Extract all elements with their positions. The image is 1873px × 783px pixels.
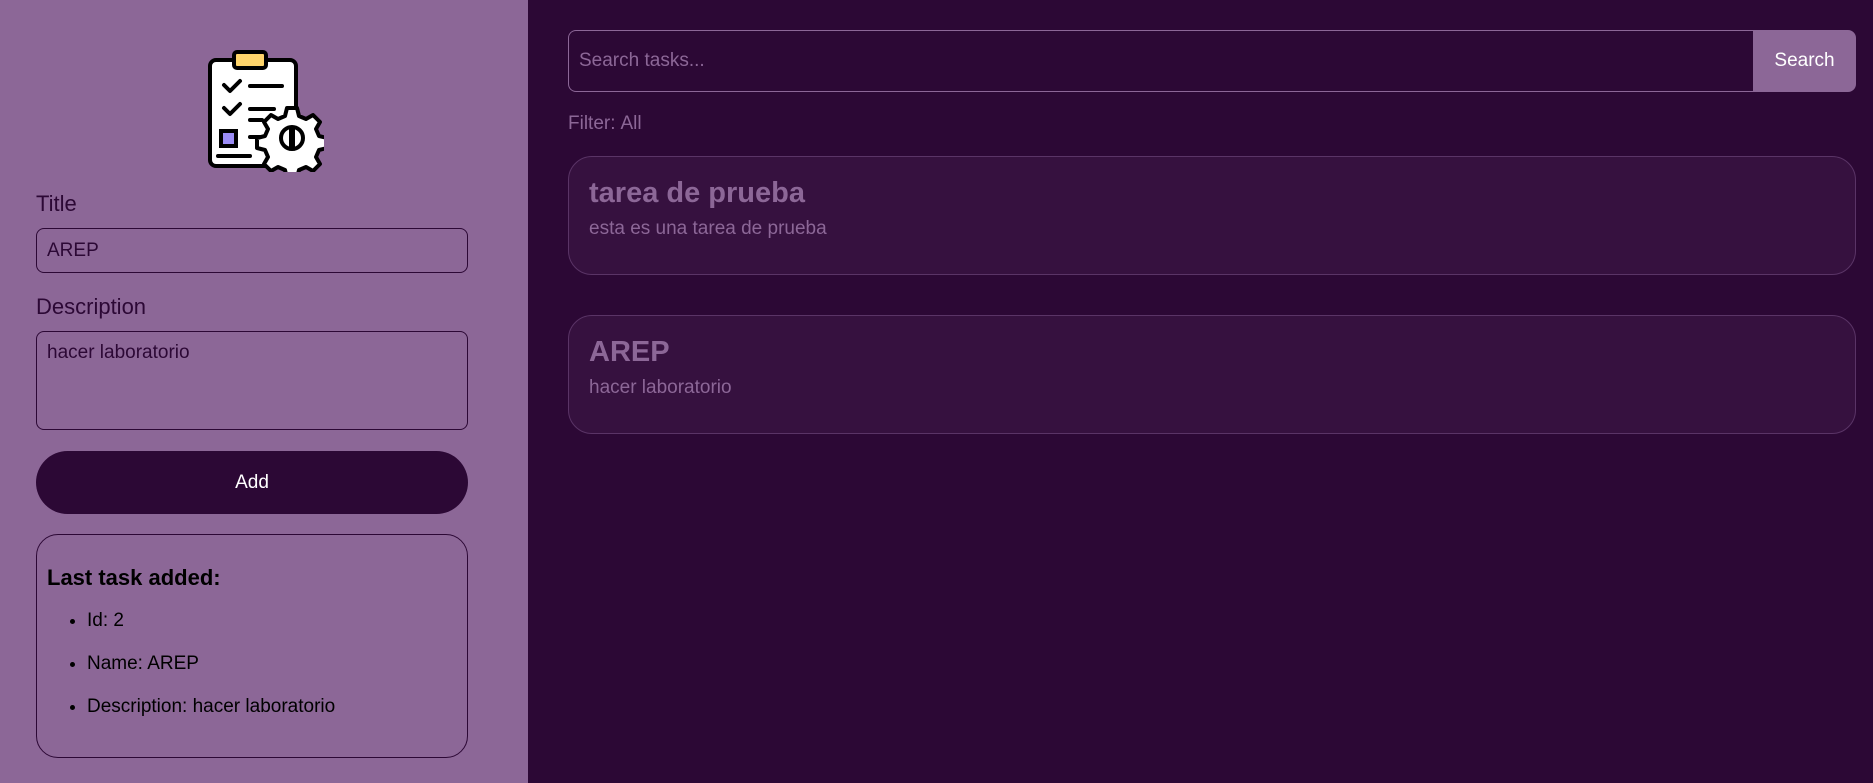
title-input[interactable] xyxy=(36,228,468,273)
last-task-name: Name: AREP xyxy=(87,652,457,675)
title-label: Title xyxy=(36,191,77,216)
add-button[interactable]: Add xyxy=(36,451,468,514)
task-card[interactable]: tarea de prueba esta es una tarea de pru… xyxy=(568,156,1856,275)
task-form-panel: Title Description hacer laboratorio Add … xyxy=(0,0,528,783)
last-task-description: Description: hacer laboratorio xyxy=(87,695,457,718)
description-input[interactable]: hacer laboratorio xyxy=(36,331,468,430)
task-list-panel: Search Filter:All tarea de prueba esta e… xyxy=(528,0,1873,783)
search-button[interactable]: Search xyxy=(1753,30,1856,92)
search-bar: Search xyxy=(568,30,1856,92)
task-title: AREP xyxy=(589,336,670,368)
last-task-list: Id: 2 Name: AREP Description: hacer labo… xyxy=(47,609,457,718)
description-label: Description xyxy=(36,294,147,319)
task-title: tarea de prueba xyxy=(589,177,805,209)
last-task-panel: Last task added: Id: 2 Name: AREP Descri… xyxy=(36,534,468,758)
task-description: hacer laboratorio xyxy=(589,377,732,398)
task-description: esta es una tarea de prueba xyxy=(589,218,827,239)
filter-label: Filter: xyxy=(568,113,616,134)
filter-value: All xyxy=(620,113,642,134)
filter-indicator[interactable]: Filter: All xyxy=(568,113,642,135)
last-task-heading: Last task added: xyxy=(47,565,221,590)
task-card[interactable]: AREP hacer laboratorio xyxy=(568,315,1856,434)
clipboard-gear-icon xyxy=(208,50,324,172)
last-task-id: Id: 2 xyxy=(87,609,457,632)
search-input[interactable] xyxy=(568,30,1753,92)
